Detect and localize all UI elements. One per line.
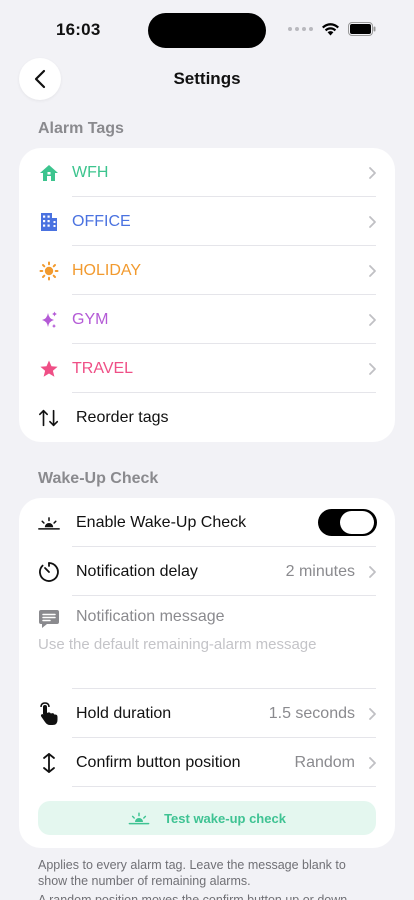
- tag-row-office[interactable]: OFFICE: [19, 197, 395, 246]
- confirm-position-value: Random: [294, 753, 355, 771]
- section-header-alarm-tags: Alarm Tags: [38, 120, 124, 137]
- sparkles-icon: [38, 309, 60, 331]
- tag-row-holiday[interactable]: HOLIDAY: [19, 246, 395, 295]
- confirm-position-label: Confirm button position: [76, 753, 241, 771]
- building-icon: [38, 211, 60, 233]
- status-time: 16:03: [56, 20, 101, 39]
- status-bar: 16:03: [0, 0, 414, 60]
- tag-label: WFH: [72, 163, 109, 181]
- hold-duration-row[interactable]: Hold duration 1.5 seconds: [19, 689, 395, 738]
- sunrise-icon: [38, 512, 60, 534]
- status-icons: [288, 22, 376, 36]
- test-wakeup-button[interactable]: Test wake-up check: [38, 801, 376, 835]
- notification-message-row[interactable]: Notification message Use the default rem…: [19, 596, 395, 689]
- tag-row-gym[interactable]: GYM: [19, 295, 395, 344]
- section-header-wakeup: Wake-Up Check: [38, 470, 159, 487]
- enable-wakeup-toggle[interactable]: [318, 509, 377, 536]
- nav-bar: Settings: [0, 56, 414, 102]
- chevron-right-icon: [369, 313, 376, 326]
- house-icon: [38, 162, 60, 184]
- reorder-tags-label: Reorder tags: [76, 408, 169, 426]
- wakeup-card: Enable Wake-Up Check Notification delay …: [19, 498, 395, 848]
- tag-row-wfh[interactable]: WFH: [19, 148, 395, 197]
- notification-message-label: Notification message: [76, 608, 225, 625]
- sunrise-icon: [128, 812, 150, 825]
- tag-label: OFFICE: [72, 212, 131, 230]
- hand-tap-icon: [38, 701, 60, 725]
- battery-icon: [348, 22, 376, 36]
- star-icon: [38, 358, 60, 380]
- chevron-right-icon: [369, 166, 376, 179]
- footer-note-apply: Applies to every alarm tag. Leave the me…: [38, 858, 346, 888]
- notification-delay-value: 2 minutes: [285, 562, 355, 580]
- chevron-right-icon: [369, 362, 376, 375]
- test-wakeup-label: Test wake-up check: [164, 810, 286, 826]
- divider: [72, 786, 376, 787]
- hold-duration-label: Hold duration: [76, 704, 172, 722]
- sun-icon: [38, 260, 60, 282]
- wifi-icon: [322, 23, 339, 36]
- chevron-right-icon: [369, 565, 376, 578]
- reorder-tags-row[interactable]: Reorder tags: [19, 393, 395, 442]
- chevron-right-icon: [369, 756, 376, 769]
- page-title: Settings: [173, 69, 241, 88]
- toggle-knob: [340, 511, 374, 534]
- signal-icon: [288, 27, 313, 31]
- notification-delay-label: Notification delay: [76, 562, 198, 580]
- chevron-right-icon: [369, 707, 376, 720]
- tag-label: HOLIDAY: [72, 261, 142, 279]
- notification-message-input[interactable]: Use the default remaining-alarm message: [38, 636, 316, 653]
- tag-label: GYM: [72, 310, 109, 328]
- chevron-right-icon: [369, 264, 376, 277]
- tag-label: TRAVEL: [72, 359, 134, 377]
- chevron-right-icon: [369, 215, 376, 228]
- message-icon: [38, 608, 60, 630]
- enable-wakeup-label: Enable Wake-Up Check: [76, 513, 247, 531]
- timer-icon: [38, 561, 60, 583]
- alarm-tags-card: WFH OFFICE HOLIDAY GYM TRAVEL Reorder ta…: [19, 148, 395, 442]
- tag-row-travel[interactable]: TRAVEL: [19, 344, 395, 393]
- footer-note-random: A random position moves the confirm butt…: [38, 893, 348, 900]
- hold-duration-value: 1.5 seconds: [268, 704, 355, 722]
- reorder-arrows-icon: [38, 407, 60, 429]
- enable-wakeup-row: Enable Wake-Up Check: [19, 498, 395, 547]
- notification-delay-row[interactable]: Notification delay 2 minutes: [19, 547, 395, 596]
- vertical-arrows-icon: [38, 752, 60, 774]
- confirm-position-row[interactable]: Confirm button position Random: [19, 738, 395, 787]
- dynamic-island: [148, 13, 266, 48]
